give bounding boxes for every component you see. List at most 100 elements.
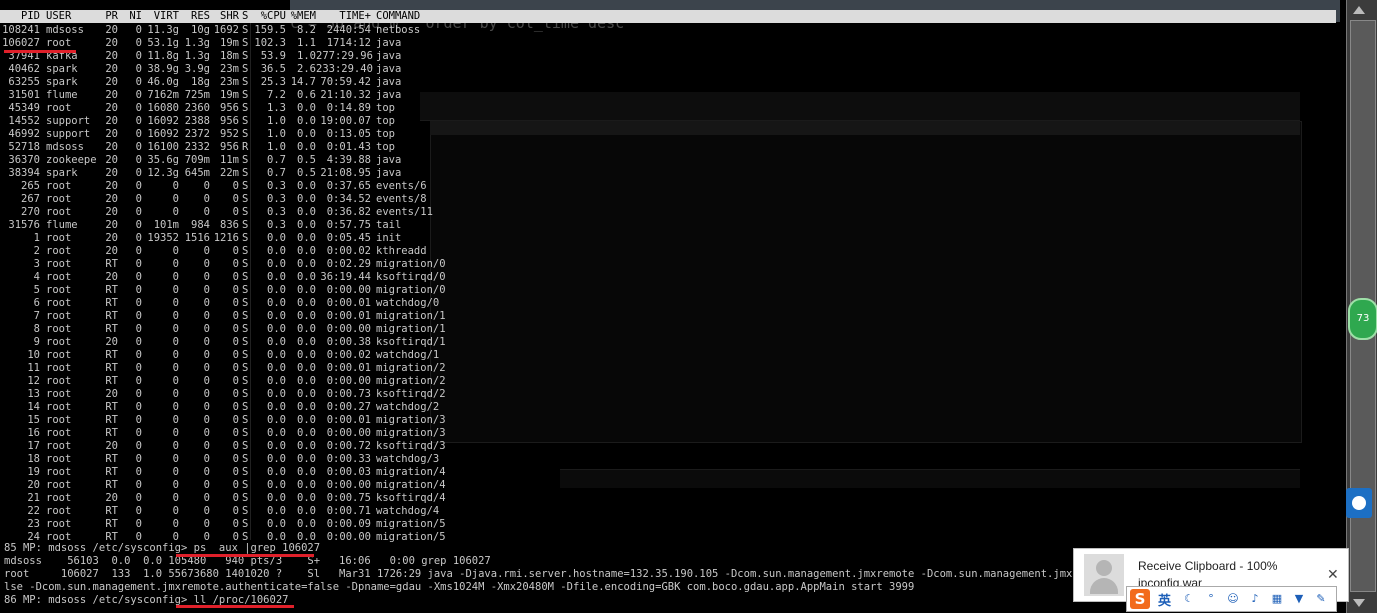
cell-command: init xyxy=(376,232,402,244)
cell-shr: 956 xyxy=(220,141,239,153)
col-header-user: USER xyxy=(46,10,72,22)
punctuation-icon[interactable]: ° xyxy=(1205,593,1217,605)
cell-mem: 0.0 xyxy=(297,115,316,127)
cell-pr: 20 xyxy=(105,141,118,153)
terminal[interactable]: PID USER PR NI VIRT RES SHR S %CPU %MEM TIME+ COMMA… xyxy=(0,8,1345,613)
cell-shr: 0 xyxy=(232,414,239,426)
cell-cpu: 7.2 xyxy=(267,89,286,101)
cell-pr: 20 xyxy=(105,50,118,62)
cell-pr: RT xyxy=(105,284,118,296)
col-header-virt: VIRT xyxy=(153,10,179,22)
cell-pr: 20 xyxy=(105,206,118,218)
cell-pid: 36370 xyxy=(8,154,40,166)
moon-icon[interactable]: ☾ xyxy=(1183,593,1195,605)
microphone-icon[interactable]: ♪ xyxy=(1249,593,1261,605)
cell-virt: 53.1g xyxy=(147,37,179,49)
teamviewer-icon[interactable] xyxy=(1346,488,1372,518)
cell-shr: 0 xyxy=(232,492,239,504)
cell-mem: 0.0 xyxy=(297,128,316,140)
cell-user: root xyxy=(46,310,72,322)
cell-mem: 0.0 xyxy=(297,310,316,322)
cell-time: 0:00.01 xyxy=(326,414,371,426)
cell-virt: 0 xyxy=(172,414,179,426)
cell-ni: 0 xyxy=(135,50,142,62)
scroll-up-arrow-icon[interactable] xyxy=(1353,6,1365,14)
cell-command: migration/5 xyxy=(376,531,446,543)
cell-mem: 0.0 xyxy=(297,232,316,244)
col-header-shr: SHR xyxy=(220,10,239,22)
keyboard-icon[interactable]: ▦ xyxy=(1271,593,1283,605)
wrench-icon[interactable]: ✎ xyxy=(1315,593,1327,605)
cell-mem: 0.0 xyxy=(297,102,316,114)
cell-mem: 0.0 xyxy=(297,479,316,491)
highlight-underline-root-row xyxy=(4,50,76,53)
cell-user: root xyxy=(46,297,72,309)
cell-mem: 0.0 xyxy=(297,505,316,517)
cell-pid: 14552 xyxy=(8,115,40,127)
ime-toolbar[interactable]: S 英 ☾ ° ☺ ♪ ▦ ▼ ✎ xyxy=(1126,586,1337,612)
cell-pid: 20 xyxy=(27,479,40,491)
cell-res: 0 xyxy=(203,388,210,400)
cell-pr: 20 xyxy=(105,76,118,88)
cell-ni: 0 xyxy=(135,453,142,465)
cell-command: kthreadd xyxy=(376,245,427,257)
cell-cpu: 0.7 xyxy=(267,167,286,179)
cell-user: zookeepe xyxy=(46,154,97,166)
cell-virt: 0 xyxy=(172,453,179,465)
cell-user: spark xyxy=(46,63,78,75)
ime-language-toggle[interactable]: 英 xyxy=(1158,590,1171,609)
side-progress-badge[interactable]: 73 xyxy=(1348,298,1377,340)
cell-cpu: 0.3 xyxy=(267,219,286,231)
cell-virt: 0 xyxy=(172,440,179,452)
cell-pid: 11 xyxy=(27,362,40,374)
cell-command: ksoftirqd/3 xyxy=(376,440,446,452)
cell-cpu: 0.0 xyxy=(267,232,286,244)
cell-cpu: 0.3 xyxy=(267,193,286,205)
cell-cpu: 1.3 xyxy=(267,102,286,114)
cell-user: root xyxy=(46,362,72,374)
cell-ni: 0 xyxy=(135,375,142,387)
col-header-cpu: %CPU xyxy=(260,10,286,22)
cell-command: migration/4 xyxy=(376,466,446,478)
cell-pid: 46992 xyxy=(8,128,40,140)
shell-output-line: root 106027 133 1.0 55673680 1401020 ? S… xyxy=(4,568,1130,580)
cell-pid: 19 xyxy=(27,466,40,478)
cell-s: S xyxy=(242,245,249,257)
cell-virt: 0 xyxy=(172,401,179,413)
cell-shr: 0 xyxy=(232,258,239,270)
cell-shr: 952 xyxy=(220,128,239,140)
cell-res: 709m xyxy=(184,154,210,166)
cell-user: root xyxy=(46,193,72,205)
cell-time: 4:39.88 xyxy=(326,154,371,166)
user-avatar-icon xyxy=(1084,554,1124,596)
cell-shr: 0 xyxy=(232,245,239,257)
cell-command: java xyxy=(376,76,402,88)
cell-command: watchdog/0 xyxy=(376,297,440,309)
cell-shr: 0 xyxy=(232,206,239,218)
cell-ni: 0 xyxy=(135,427,142,439)
cell-cpu: 0.0 xyxy=(267,492,286,504)
cell-s: S xyxy=(242,388,249,400)
cell-ni: 0 xyxy=(135,141,142,153)
cell-time: 0:00.75 xyxy=(326,492,371,504)
cell-ni: 0 xyxy=(135,492,142,504)
cell-s: S xyxy=(242,128,249,140)
cell-shr: 0 xyxy=(232,375,239,387)
cell-virt: 7162m xyxy=(147,89,179,101)
cell-time: 0:00.71 xyxy=(326,505,371,517)
sogou-logo-icon[interactable]: S xyxy=(1130,589,1150,609)
cell-mem: 0.0 xyxy=(297,297,316,309)
shirt-icon[interactable]: ▼ xyxy=(1293,593,1305,605)
emoji-icon[interactable]: ☺ xyxy=(1227,593,1239,605)
cell-time: 0:00.00 xyxy=(326,427,371,439)
cell-user: root xyxy=(46,401,72,413)
cell-mem: 0.0 xyxy=(297,258,316,270)
cell-user: root xyxy=(46,388,72,400)
cell-pr: 20 xyxy=(105,336,118,348)
close-icon[interactable]: ✕ xyxy=(1327,566,1339,583)
cell-cpu: 1.0 xyxy=(267,128,286,140)
scroll-down-arrow-icon[interactable] xyxy=(1353,599,1365,607)
cell-cpu: 0.0 xyxy=(267,518,286,530)
cell-virt: 0 xyxy=(172,427,179,439)
cell-cpu: 0.0 xyxy=(267,258,286,270)
